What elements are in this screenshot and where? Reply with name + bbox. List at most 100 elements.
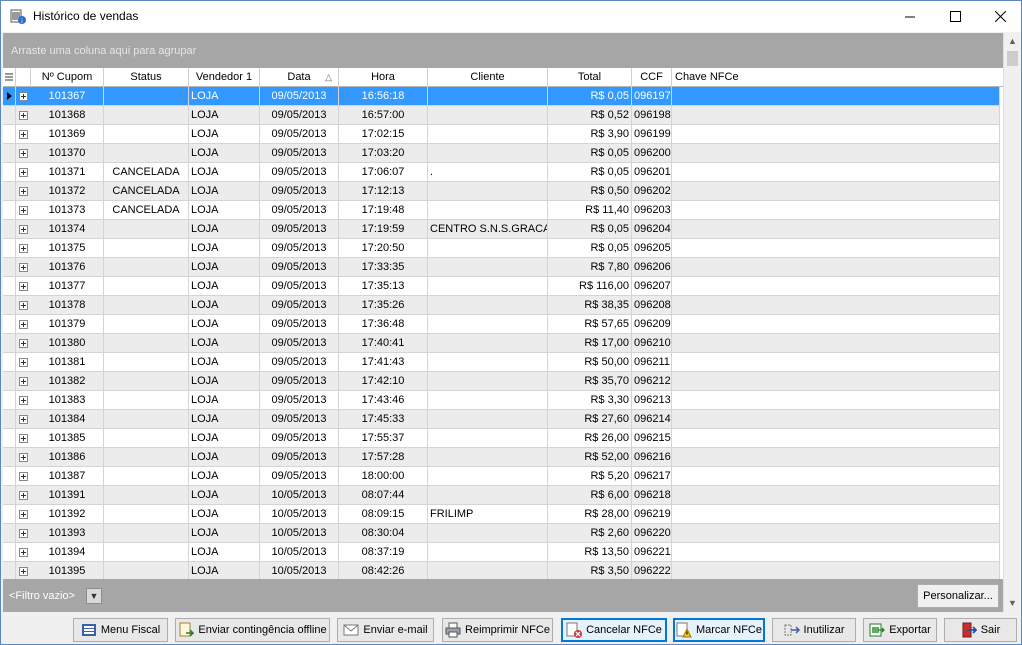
table-row[interactable]: 101371 CANCELADA LOJA 09/05/2013 17:06:07. R$…: [3, 163, 1000, 182]
expand-row-icon[interactable]: [19, 187, 28, 196]
table-row[interactable]: 101391 LOJA 10/05/2013 08:07:44 R$ 6,00 09621…: [3, 486, 1000, 505]
expand-row-icon[interactable]: [19, 301, 28, 310]
cell-vendedor: LOJA: [189, 258, 260, 276]
vertical-scrollbar[interactable]: ▲ ▼: [1003, 33, 1020, 612]
scroll-up-icon[interactable]: ▲: [1004, 33, 1021, 50]
cell-cliente: [428, 429, 548, 447]
cell-cliente: [428, 201, 548, 219]
expand-row-icon[interactable]: [19, 149, 28, 158]
column-header-ccf[interactable]: CCF: [632, 68, 672, 87]
table-row[interactable]: 101375 LOJA 09/05/2013 17:20:50 R$ 0,05 09620…: [3, 239, 1000, 258]
expand-row-icon[interactable]: [19, 320, 28, 329]
expand-row-icon[interactable]: [19, 434, 28, 443]
cell-cliente: [428, 182, 548, 200]
expand-row-icon[interactable]: [19, 244, 28, 253]
cell-hora: 17:45:33: [339, 410, 428, 428]
expand-row-icon[interactable]: [19, 396, 28, 405]
send-contingency-button[interactable]: Enviar contingência offline: [175, 618, 330, 642]
row-indicator: [3, 410, 16, 428]
expand-row-icon[interactable]: [19, 206, 28, 215]
column-header-data[interactable]: Data △: [260, 68, 339, 87]
column-header-chave[interactable]: Chave NFCe: [672, 68, 1003, 87]
customize-filter-button[interactable]: Personalizar...: [917, 584, 999, 608]
reprint-nfce-button[interactable]: Reimprimir NFCe: [442, 618, 553, 642]
expand-row-icon[interactable]: [19, 111, 28, 120]
expand-row-icon[interactable]: [19, 491, 28, 500]
table-row[interactable]: 101395 LOJA 10/05/2013 08:42:26 R$ 3,50 09622…: [3, 562, 1000, 579]
table-row[interactable]: 101372 CANCELADA LOJA 09/05/2013 17:12:13 R$ …: [3, 182, 1000, 201]
menu-fiscal-button[interactable]: Menu Fiscal: [73, 618, 168, 642]
cell-vendedor: LOJA: [189, 429, 260, 447]
table-row[interactable]: 101367 LOJA 09/05/2013 16:56:18 R$ 0,05 09619…: [3, 87, 1000, 106]
expand-row-icon[interactable]: [19, 282, 28, 291]
column-header-total[interactable]: Total: [548, 68, 632, 87]
expand-row-icon[interactable]: [19, 168, 28, 177]
table-row[interactable]: 101386 LOJA 09/05/2013 17:57:28 R$ 52,00 0962…: [3, 448, 1000, 467]
table-row[interactable]: 101369 LOJA 09/05/2013 17:02:15 R$ 3,90 09619…: [3, 125, 1000, 144]
expand-row-icon[interactable]: [19, 548, 28, 557]
table-row[interactable]: 101394 LOJA 10/05/2013 08:37:19 R$ 13,50 0962…: [3, 543, 1000, 562]
cell-vendedor: LOJA: [189, 163, 260, 181]
group-by-panel[interactable]: Arraste uma coluna aqui para agrupar: [3, 33, 1003, 68]
filter-status[interactable]: <Filtro vazio>: [9, 590, 75, 602]
column-header-vendedor[interactable]: Vendedor 1: [189, 68, 260, 87]
table-row[interactable]: 101374 LOJA 09/05/2013 17:19:59 CENTRO S.N.S…: [3, 220, 1000, 239]
expand-row-icon[interactable]: [19, 339, 28, 348]
cell-hora: 17:40:41: [339, 334, 428, 352]
table-row[interactable]: 101370 LOJA 09/05/2013 17:03:20 R$ 0,05 09620…: [3, 144, 1000, 163]
cell-total: R$ 2,60: [548, 524, 632, 542]
cell-cliente: CENTRO S.N.S.GRACAS: [428, 220, 548, 238]
expand-row-icon[interactable]: [19, 510, 28, 519]
column-header-cliente[interactable]: Cliente: [428, 68, 548, 87]
table-row[interactable]: 101385 LOJA 09/05/2013 17:55:37 R$ 26,00 0962…: [3, 429, 1000, 448]
close-button[interactable]: [977, 1, 1022, 32]
table-row[interactable]: 101387 LOJA 09/05/2013 18:00:00 R$ 5,20 09621…: [3, 467, 1000, 486]
cell-cliente: [428, 562, 548, 579]
expand-row-icon[interactable]: [19, 472, 28, 481]
expand-row-icon[interactable]: [19, 529, 28, 538]
table-row[interactable]: 101368 LOJA 09/05/2013 16:57:00 R$ 0,52 09619…: [3, 106, 1000, 125]
table-row[interactable]: 101384 LOJA 09/05/2013 17:45:33 R$ 27,60 0962…: [3, 410, 1000, 429]
void-button[interactable]: Inutilizar: [772, 618, 856, 642]
expand-row-icon[interactable]: [19, 415, 28, 424]
table-row[interactable]: 101393 LOJA 10/05/2013 08:30:04 R$ 2,60 09622…: [3, 524, 1000, 543]
chevron-down-icon: ▼: [89, 591, 99, 601]
expand-row-icon[interactable]: [19, 358, 28, 367]
mark-nfce-button[interactable]: Marcar NFCe: [673, 618, 765, 642]
table-row[interactable]: 101392 LOJA 10/05/2013 08:09:15 FRILIMP R$ 28…: [3, 505, 1000, 524]
cell-status: CANCELADA: [104, 163, 189, 181]
table-row[interactable]: 101373 CANCELADA LOJA 09/05/2013 17:19:48 R$ …: [3, 201, 1000, 220]
column-chooser-button[interactable]: [3, 68, 16, 87]
cancel-nfce-button[interactable]: Cancelar NFCe: [561, 618, 667, 642]
expand-row-icon[interactable]: [19, 377, 28, 386]
scroll-down-icon[interactable]: ▼: [1004, 595, 1021, 612]
exit-button[interactable]: Sair: [944, 618, 1017, 642]
expand-row-icon[interactable]: [19, 567, 28, 576]
expand-row-icon[interactable]: [19, 130, 28, 139]
row-indicator: [3, 524, 16, 542]
table-row[interactable]: 101379 LOJA 09/05/2013 17:36:48 R$ 57,65 0962…: [3, 315, 1000, 334]
table-row[interactable]: 101378 LOJA 09/05/2013 17:35:26 R$ 38,35 0962…: [3, 296, 1000, 315]
column-header-hora[interactable]: Hora: [339, 68, 428, 87]
table-row[interactable]: 101380 LOJA 09/05/2013 17:40:41 R$ 17,00 0962…: [3, 334, 1000, 353]
export-button[interactable]: Exportar: [863, 618, 937, 642]
column-header-cupom[interactable]: Nº Cupom: [31, 68, 104, 87]
expand-row-icon[interactable]: [19, 225, 28, 234]
table-row[interactable]: 101376 LOJA 09/05/2013 17:33:35 R$ 7,80 09620…: [3, 258, 1000, 277]
table-row[interactable]: 101381 LOJA 09/05/2013 17:41:43 R$ 50,00 0962…: [3, 353, 1000, 372]
column-header-status[interactable]: Status: [104, 68, 189, 87]
expand-row-icon[interactable]: [19, 263, 28, 272]
table-row[interactable]: 101377 LOJA 09/05/2013 17:35:13 R$ 116,00 096…: [3, 277, 1000, 296]
minimize-button[interactable]: [887, 1, 933, 32]
maximize-button[interactable]: [932, 1, 978, 32]
cell-hora: 17:20:50: [339, 239, 428, 257]
table-row[interactable]: 101383 LOJA 09/05/2013 17:43:46 R$ 3,30 09621…: [3, 391, 1000, 410]
send-email-button[interactable]: Enviar e-mail: [337, 618, 434, 642]
filter-dropdown-button[interactable]: ▼: [86, 588, 102, 604]
table-row[interactable]: 101382 LOJA 09/05/2013 17:42:10 R$ 35,70 0962…: [3, 372, 1000, 391]
scroll-thumb[interactable]: [1007, 51, 1018, 66]
expand-row-icon[interactable]: [19, 92, 28, 101]
cell-cupom: 101380: [31, 334, 104, 352]
cell-status: [104, 391, 189, 409]
expand-row-icon[interactable]: [19, 453, 28, 462]
